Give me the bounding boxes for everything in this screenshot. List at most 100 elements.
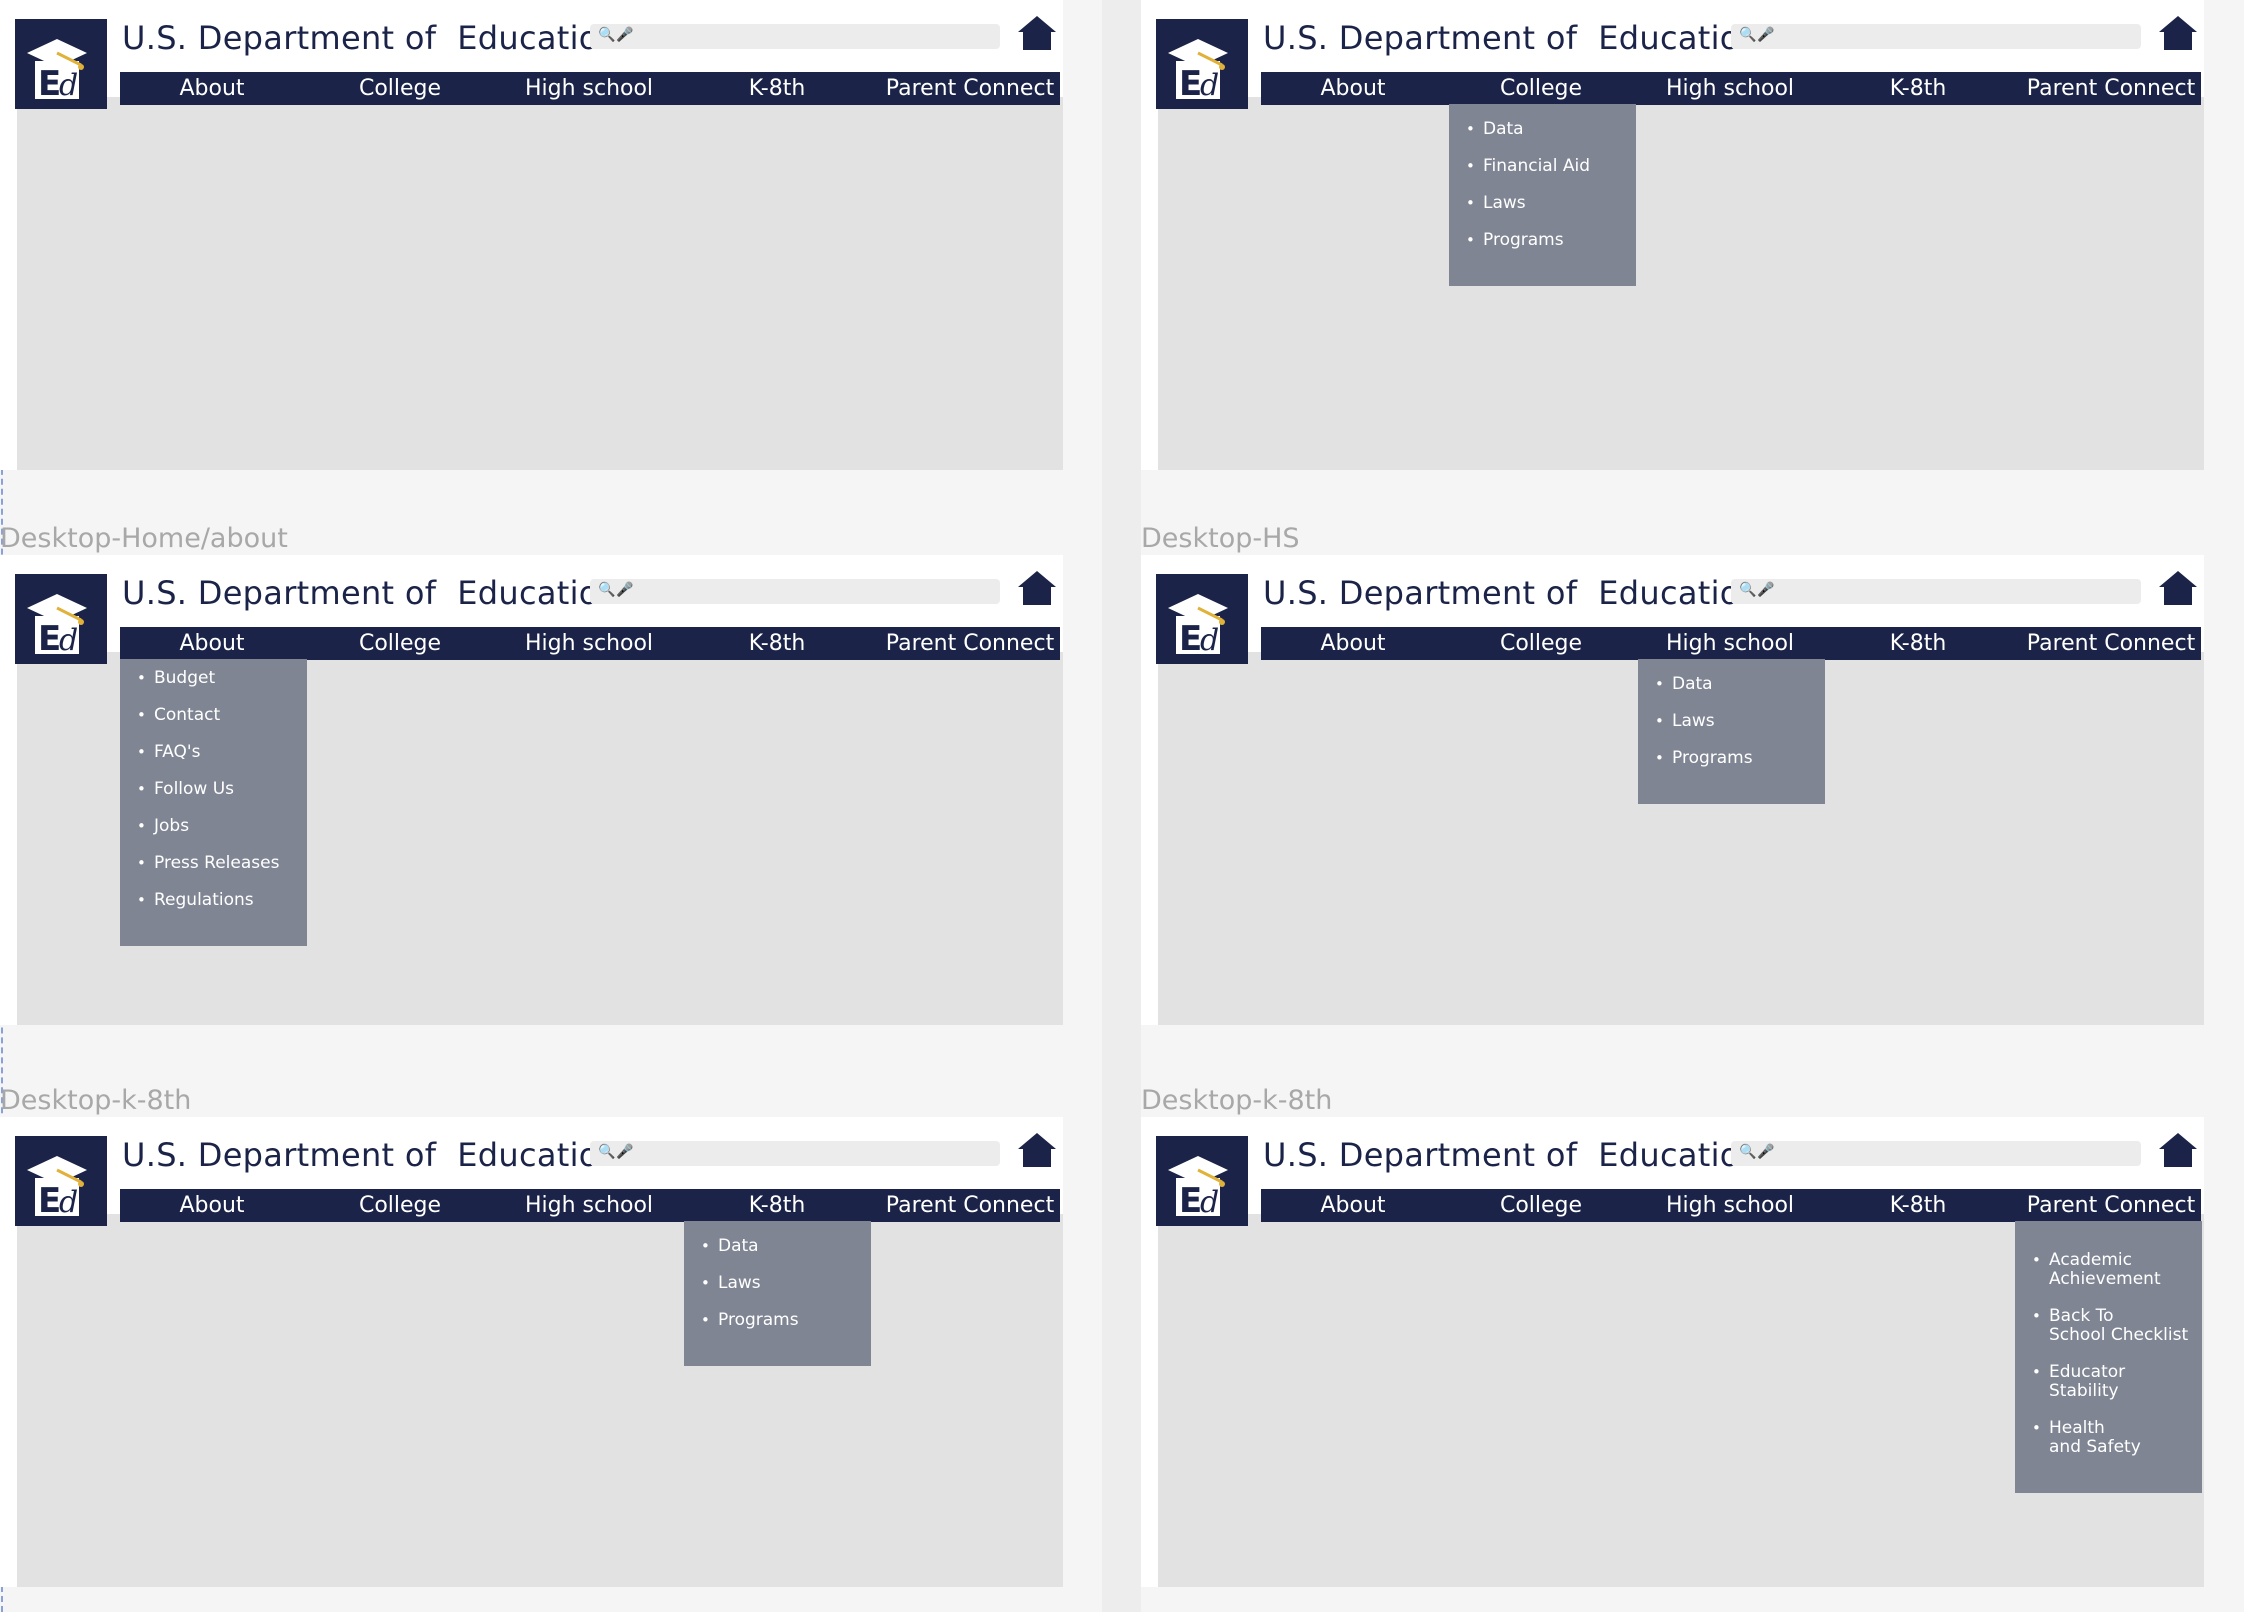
nav-item-about[interactable]: About <box>1320 627 1385 660</box>
home-icon[interactable] <box>2158 1131 2198 1169</box>
nav-item-college[interactable]: College <box>1500 1189 1582 1222</box>
nav-item-high-school[interactable]: High school <box>1666 72 1794 105</box>
nav-item-high-school[interactable]: High school <box>525 627 653 660</box>
svg-text:E: E <box>1179 619 1202 659</box>
nav-item-college[interactable]: College <box>1500 627 1582 660</box>
microphone-icon[interactable]: 🎤 <box>616 1145 633 1159</box>
microphone-icon[interactable]: 🎤 <box>616 583 633 597</box>
dropdown-item[interactable]: Laws <box>684 1274 871 1311</box>
dropdown-menu-college: DataFinancial AidLawsPrograms <box>1449 104 1636 286</box>
nav-item-k-8th[interactable]: K-8th <box>749 1189 806 1222</box>
nav-item-high-school[interactable]: High school <box>1666 1189 1794 1222</box>
microphone-icon[interactable]: 🎤 <box>1757 28 1774 42</box>
search-bar[interactable]: 🔍 🎤 <box>1731 1141 2141 1166</box>
dropdown-item[interactable]: Jobs <box>120 817 307 854</box>
nav-item-k-8th[interactable]: K-8th <box>1890 627 1947 660</box>
dropdown-item[interactable]: Budget <box>120 669 307 706</box>
search-icon[interactable]: 🔍 <box>598 28 615 42</box>
nav-item-k-8th[interactable]: K-8th <box>1890 72 1947 105</box>
home-icon[interactable] <box>2158 569 2198 607</box>
dropdown-item[interactable]: Data <box>1638 675 1825 712</box>
desktop-frame: E d U.S. Department of Education 🔍 🎤 Abo… <box>0 0 1063 470</box>
search-icon[interactable]: 🔍 <box>598 1145 615 1159</box>
ed-logo-icon: E d <box>1156 574 1248 664</box>
nav-item-parent-connect[interactable]: Parent Connect <box>2027 1189 2195 1222</box>
frame-label: Desktop-Home/about <box>0 523 288 554</box>
dropdown-item[interactable]: Follow Us <box>120 780 307 817</box>
dropdown-item[interactable]: FAQ's <box>120 743 307 780</box>
ed-logo[interactable]: E d <box>1156 19 1248 109</box>
nav-item-high-school[interactable]: High school <box>525 1189 653 1222</box>
nav-item-about[interactable]: About <box>179 1189 244 1222</box>
dropdown-item[interactable]: Data <box>684 1237 871 1274</box>
nav-item-k-8th[interactable]: K-8th <box>749 627 806 660</box>
nav-item-high-school[interactable]: High school <box>525 72 653 105</box>
dropdown-item[interactable]: Contact <box>120 706 307 743</box>
dropdown-item[interactable]: Back To School Checklist <box>2015 1307 2202 1363</box>
nav-item-high-school[interactable]: High school <box>1666 627 1794 660</box>
svg-text:d: d <box>59 1185 78 1220</box>
dropdown-item[interactable]: Financial Aid <box>1449 157 1636 194</box>
nav-item-parent-connect[interactable]: Parent Connect <box>2027 627 2195 660</box>
home-icon[interactable] <box>2158 14 2198 52</box>
nav-item-college[interactable]: College <box>359 72 441 105</box>
site-title: U.S. Department of Education <box>122 574 620 612</box>
microphone-icon[interactable]: 🎤 <box>616 28 633 42</box>
svg-text:d: d <box>1200 1185 1219 1220</box>
nav-item-parent-connect[interactable]: Parent Connect <box>886 72 1054 105</box>
search-icon[interactable]: 🔍 <box>1739 1145 1756 1159</box>
nav-item-about[interactable]: About <box>1320 72 1385 105</box>
main-nav: About College High school K-8th Parent Conne… <box>1261 1189 2201 1222</box>
search-icon[interactable]: 🔍 <box>598 583 615 597</box>
ed-logo[interactable]: E d <box>15 19 107 109</box>
dropdown-item[interactable]: Health and Safety <box>2015 1419 2202 1475</box>
search-bar[interactable]: 🔍 🎤 <box>590 579 1000 604</box>
nav-item-college[interactable]: College <box>1500 72 1582 105</box>
dropdown-item[interactable]: Academic Achievement <box>2015 1251 2202 1307</box>
dropdown-item[interactable]: Press Releases <box>120 854 307 891</box>
ed-logo-icon: E d <box>1156 1136 1248 1226</box>
main-nav: About College High school K-8th Parent Conne… <box>1261 72 2201 105</box>
nav-item-about[interactable]: About <box>179 72 244 105</box>
dropdown-item[interactable]: Data <box>1449 120 1636 157</box>
page-content-area <box>1158 97 2204 470</box>
search-bar[interactable]: 🔍 🎤 <box>590 1141 1000 1166</box>
nav-item-college[interactable]: College <box>359 627 441 660</box>
microphone-icon[interactable]: 🎤 <box>1757 583 1774 597</box>
ed-logo[interactable]: E d <box>15 1136 107 1226</box>
search-bar[interactable]: 🔍 🎤 <box>590 24 1000 49</box>
home-icon[interactable] <box>1017 1131 1057 1169</box>
dropdown-item[interactable]: Regulations <box>120 891 307 928</box>
search-icon[interactable]: 🔍 <box>1739 28 1756 42</box>
nav-item-college[interactable]: College <box>359 1189 441 1222</box>
ed-logo[interactable]: E d <box>1156 1136 1248 1226</box>
home-icon[interactable] <box>1017 569 1057 607</box>
desktop-frame: E d U.S. Department of Education 🔍 🎤 Abo… <box>1141 1117 2204 1587</box>
nav-item-k-8th[interactable]: K-8th <box>1890 1189 1947 1222</box>
ed-logo[interactable]: E d <box>1156 574 1248 664</box>
dropdown-item[interactable]: Educator Stability <box>2015 1363 2202 1419</box>
svg-text:d: d <box>59 68 78 103</box>
desktop-frame: E d U.S. Department of Education 🔍 🎤 Abo… <box>1141 555 2204 1025</box>
search-bar[interactable]: 🔍 🎤 <box>1731 24 2141 49</box>
nav-item-about[interactable]: About <box>179 627 244 660</box>
nav-item-parent-connect[interactable]: Parent Connect <box>886 1189 1054 1222</box>
microphone-icon[interactable]: 🎤 <box>1757 1145 1774 1159</box>
frame-label: Desktop-k-8th <box>0 1085 192 1116</box>
nav-item-parent-connect[interactable]: Parent Connect <box>2027 72 2195 105</box>
search-bar[interactable]: 🔍 🎤 <box>1731 579 2141 604</box>
ed-logo-icon: E d <box>15 574 107 664</box>
dropdown-item[interactable]: Programs <box>1449 231 1636 268</box>
ed-logo[interactable]: E d <box>15 574 107 664</box>
search-icon[interactable]: 🔍 <box>1739 583 1756 597</box>
svg-text:d: d <box>1200 68 1219 103</box>
nav-item-k-8th[interactable]: K-8th <box>749 72 806 105</box>
dropdown-item[interactable]: Laws <box>1638 712 1825 749</box>
dropdown-item[interactable]: Programs <box>1638 749 1825 786</box>
home-icon[interactable] <box>1017 14 1057 52</box>
dropdown-item[interactable]: Laws <box>1449 194 1636 231</box>
nav-item-parent-connect[interactable]: Parent Connect <box>886 627 1054 660</box>
nav-item-about[interactable]: About <box>1320 1189 1385 1222</box>
dropdown-item[interactable]: Programs <box>684 1311 871 1348</box>
desktop-frame: E d U.S. Department of Education 🔍 🎤 Abo… <box>0 1117 1063 1587</box>
